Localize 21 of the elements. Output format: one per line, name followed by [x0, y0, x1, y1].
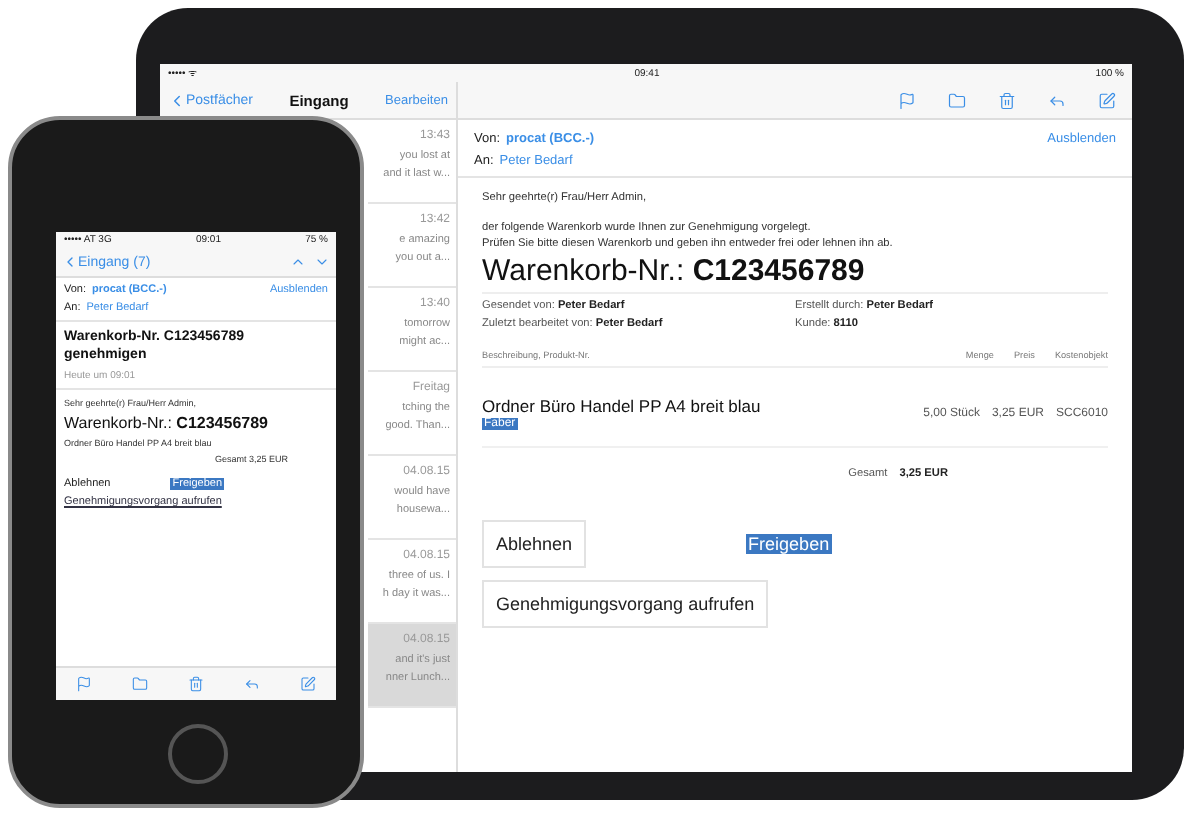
- action-button[interactable]: Genehmigungsvorgang aufrufen: [482, 580, 769, 628]
- chevron-down-icon[interactable]: [314, 254, 330, 270]
- cart-number-heading: Warenkorb-Nr.: C123456789: [64, 414, 270, 432]
- compose-icon[interactable]: [300, 676, 316, 692]
- flag-icon[interactable]: [76, 676, 92, 692]
- cart-number-heading: Warenkorb-Nr.: C123456789: [482, 254, 1108, 294]
- chevron-up-icon[interactable]: [290, 254, 306, 270]
- approve-button[interactable]: Freigeben: [746, 534, 832, 554]
- trash-icon[interactable]: [188, 676, 204, 692]
- home-button[interactable]: [168, 724, 228, 784]
- folder-icon[interactable]: [132, 676, 148, 692]
- reply-icon[interactable]: [244, 676, 260, 692]
- back-chevron-icon: [62, 254, 78, 270]
- reply-icon[interactable]: [1048, 91, 1066, 109]
- flag-icon[interactable]: [898, 91, 916, 109]
- product-description: Ordner Büro Handel PP A4 breit blau: [482, 396, 761, 416]
- back-chevron-icon: [168, 91, 186, 109]
- folder-icon[interactable]: [948, 91, 966, 109]
- action-button[interactable]: Ablehnen: [482, 520, 587, 568]
- compose-icon[interactable]: [1098, 91, 1116, 109]
- trash-icon[interactable]: [998, 91, 1016, 109]
